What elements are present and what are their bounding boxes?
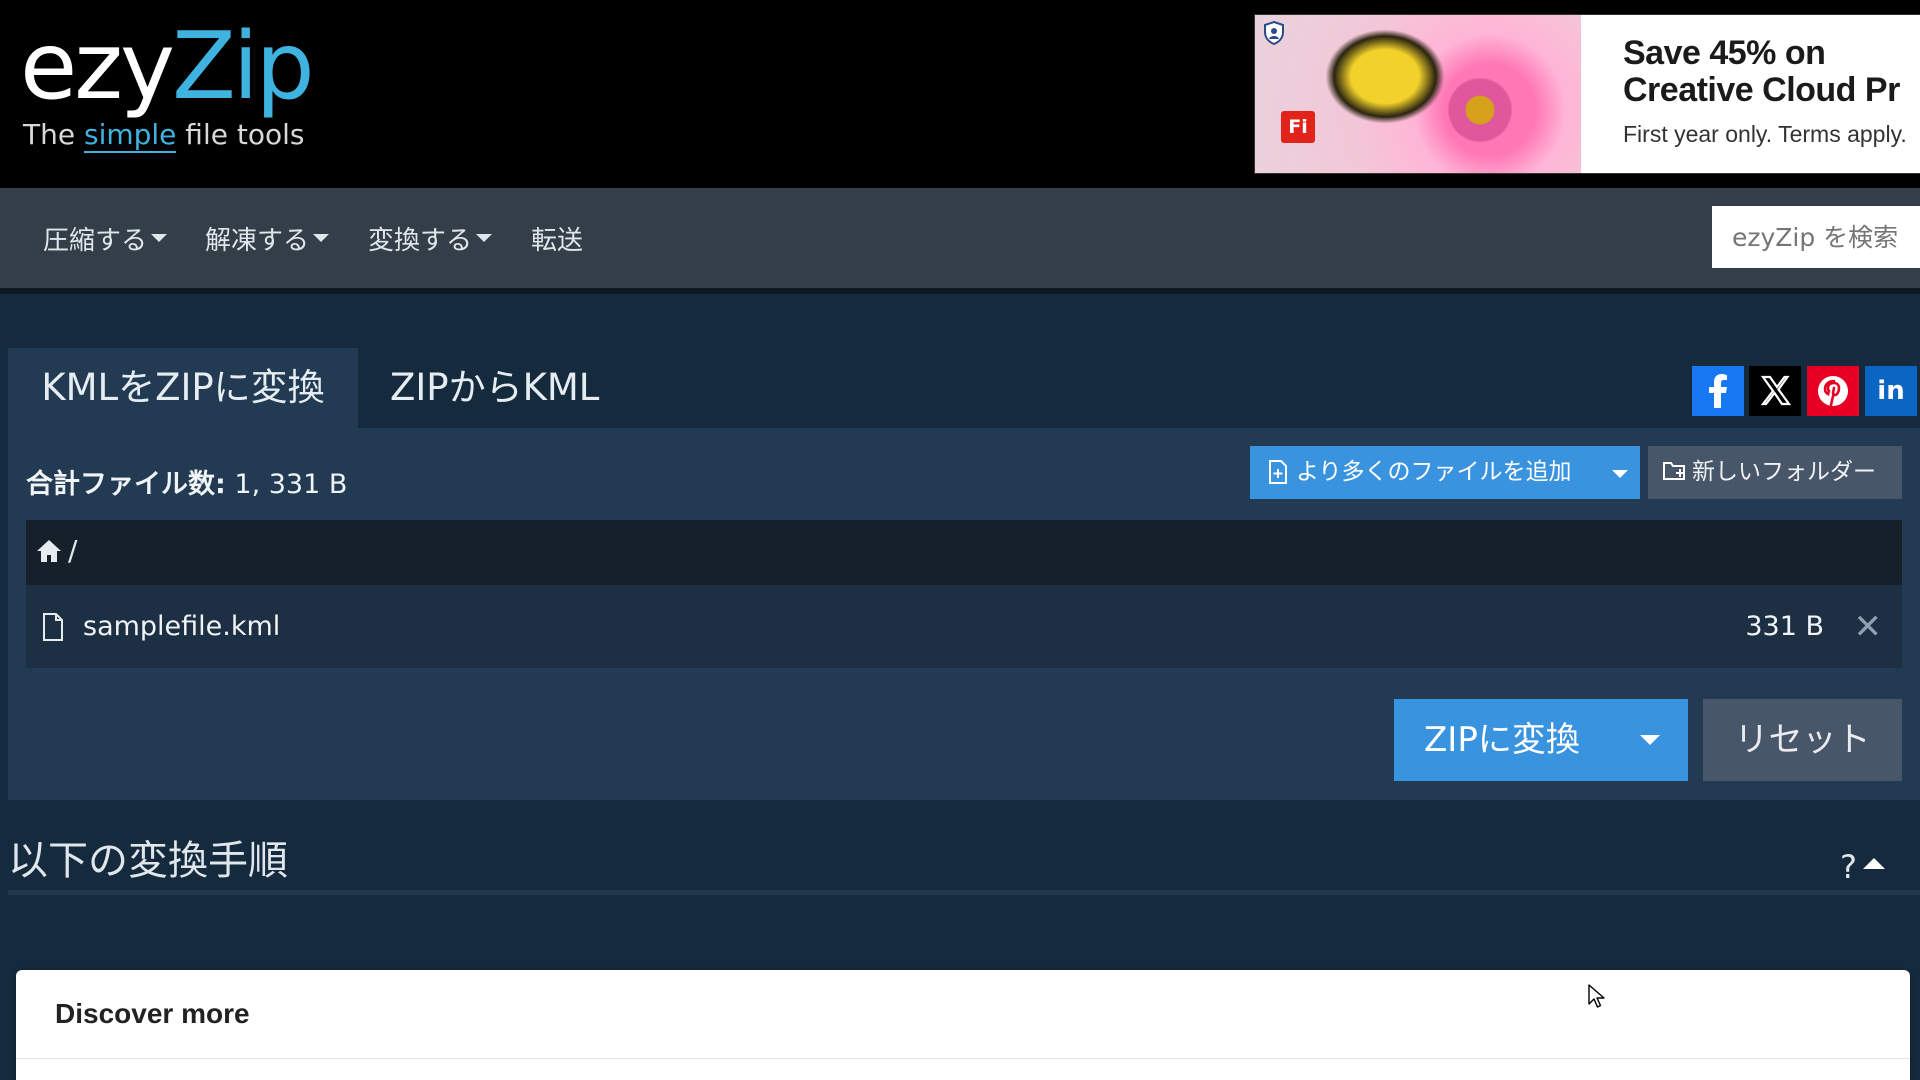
caret-down-icon [476, 233, 493, 242]
facebook-share-button[interactable] [1692, 366, 1744, 416]
ad-firefly-badge: Fi [1281, 111, 1315, 143]
chevron-up-icon [1862, 857, 1885, 869]
nav-extract[interactable]: 解凍する [205, 220, 330, 257]
ad-copy: Save 45% on Creative Cloud Pr First year… [1623, 35, 1907, 148]
help-icon: ? [1840, 848, 1857, 886]
site-header: ezyZip The simple file tools Fi Save 45%… [0, 0, 1920, 188]
new-folder-button[interactable]: 新しいフォルダー [1648, 446, 1902, 499]
site-logo[interactable]: ezyZip The simple file tools [20, 12, 315, 153]
linkedin-icon: in [1877, 376, 1905, 406]
logo-wordmark: ezyZip [20, 12, 315, 120]
file-size: 331 B [1745, 611, 1824, 642]
add-files-dropdown-toggle[interactable] [1600, 446, 1640, 499]
x-icon [1760, 375, 1792, 406]
nav-convert[interactable]: 変換する [368, 220, 493, 257]
caret-down-icon [313, 233, 330, 242]
breadcrumb-path[interactable]: / [68, 534, 77, 567]
logo-tagline: The simple file tools [23, 118, 305, 153]
convert-button-label: ZIPに変換 [1424, 720, 1580, 760]
instructions-heading: 以下の変換手順 [8, 838, 288, 884]
total-files-summary: 合計ファイル数: 1, 331 B [26, 469, 348, 500]
ad-headline: Save 45% on [1623, 34, 1826, 72]
file-name: samplefile.kml [83, 611, 281, 642]
nav-compress[interactable]: 圧縮する [43, 220, 168, 257]
section-divider [8, 890, 1920, 895]
main-nav: 圧縮する 解凍する 変換する 転送 [0, 188, 1920, 294]
discover-more-card: Discover more [16, 970, 1910, 1080]
remove-file-icon[interactable]: ✕ [1854, 607, 1883, 647]
ad-headline: Creative Cloud Pr [1623, 71, 1900, 109]
caret-down-icon [151, 233, 168, 242]
divider [16, 1058, 1910, 1059]
facebook-icon [1709, 374, 1727, 408]
caret-down-icon[interactable] [1640, 735, 1660, 745]
file-add-icon [1269, 460, 1287, 484]
pinterest-share-button[interactable] [1807, 366, 1859, 416]
home-icon[interactable] [36, 538, 62, 564]
add-more-files-button[interactable]: より多くのファイルを追加 [1250, 446, 1640, 499]
linkedin-share-button[interactable]: in [1865, 366, 1917, 416]
file-row[interactable]: samplefile.kml 331 B ✕ [26, 585, 1902, 668]
search-input[interactable] [1712, 206, 1920, 268]
x-share-button[interactable] [1749, 366, 1801, 416]
adchoices-shield-icon[interactable] [1263, 21, 1285, 45]
nav-transfer[interactable]: 転送 [531, 220, 583, 257]
new-folder-label: 新しいフォルダー [1692, 459, 1876, 485]
breadcrumb: / [26, 520, 1902, 585]
file-icon [43, 613, 63, 641]
instructions-toggle[interactable]: ? [1840, 848, 1885, 886]
pinterest-icon [1818, 376, 1848, 407]
tab-zip-to-kml[interactable]: ZIPからKML [390, 348, 599, 428]
tab-kml-to-zip[interactable]: KMLをZIPに変換 [8, 348, 358, 428]
add-more-files-label: より多くのファイルを追加 [1296, 459, 1572, 485]
folder-add-icon [1663, 462, 1685, 480]
caret-down-icon [1612, 470, 1628, 478]
ad-subtext: First year only. Terms apply. [1623, 121, 1907, 147]
reset-button[interactable]: リセット [1703, 699, 1902, 781]
convert-to-zip-button[interactable]: ZIPに変換 [1394, 699, 1688, 781]
advertisement-banner[interactable]: Fi Save 45% on Creative Cloud Pr First y… [1254, 14, 1920, 174]
ad-image: Fi [1255, 15, 1581, 173]
mouse-cursor-icon [1588, 984, 1605, 1008]
discover-more-title: Discover more [55, 998, 250, 1029]
